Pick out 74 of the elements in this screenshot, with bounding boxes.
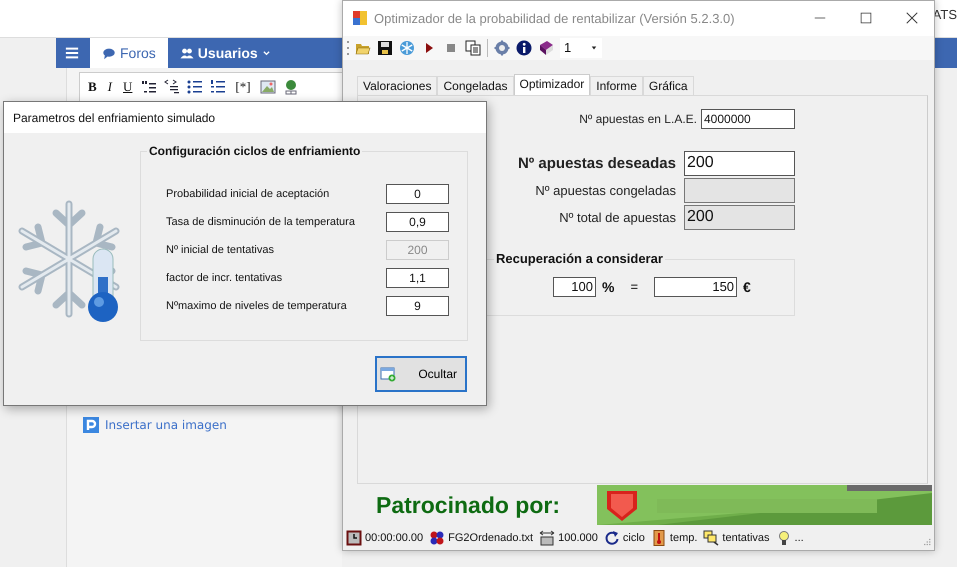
maximize-icon[interactable] — [860, 12, 872, 24]
parameter-label: Probabilidad inicial de aceptación — [166, 188, 330, 200]
field-label: Nº total de apuestas — [559, 210, 676, 225]
equals-sign: = — [630, 279, 638, 294]
currency-sign: € — [743, 278, 751, 295]
width-icon — [539, 530, 556, 546]
insert-image-link[interactable]: Insertar una imagen — [105, 418, 227, 432]
input-field[interactable]: 200 — [684, 150, 795, 176]
snowflake-icon[interactable] — [399, 40, 415, 56]
input-field[interactable]: 200 — [684, 204, 795, 230]
chat-bubble-icon — [102, 46, 116, 60]
input-field: 200 — [386, 240, 449, 260]
input-field[interactable]: 1,1 — [386, 268, 449, 288]
tab[interactable]: Valoraciones — [357, 76, 438, 95]
parameter-label: Nºmaximo de niveles de temperatura — [166, 300, 347, 312]
dialog-title: Parametros del enfriamiento simulado — [4, 102, 486, 133]
input-field[interactable] — [684, 178, 795, 203]
tab[interactable]: Gráfica — [642, 76, 694, 95]
insert-image-icon[interactable] — [83, 417, 99, 433]
copy-icon[interactable] — [465, 40, 481, 56]
field-label: Nº apuestas deseadas — [518, 154, 676, 172]
molecule-icon — [429, 530, 446, 546]
format-button[interactable]: I — [106, 79, 114, 95]
window-add-icon — [379, 366, 397, 382]
image-icon[interactable] — [260, 79, 276, 95]
quote-icon[interactable] — [141, 79, 158, 95]
input-field[interactable]: 4000000 — [701, 108, 795, 129]
status-text: FG2Ordenado.txt — [448, 532, 534, 544]
tab[interactable]: Optimizador — [514, 74, 590, 95]
info-icon[interactable] — [516, 40, 532, 56]
input-field[interactable]: 0 — [386, 184, 449, 204]
format-button[interactable]: U — [121, 79, 134, 95]
status-text: temp. — [670, 532, 698, 544]
status-text: 00:00:00.00 — [365, 532, 424, 544]
hide-button[interactable]: Ocultar — [375, 356, 467, 392]
tab[interactable]: Informe — [590, 76, 643, 95]
app-icon — [352, 10, 368, 26]
format-button[interactable]: B — [86, 79, 99, 95]
parameter-label: factor de incr. tentativas — [166, 272, 282, 284]
percent-sign: % — [602, 278, 614, 295]
field-label: Nº apuestas congeladas — [535, 182, 676, 198]
status-text: 100.000 — [558, 532, 598, 544]
clock-icon — [346, 530, 362, 546]
percent-field[interactable]: 100 — [553, 276, 596, 297]
dropdown-arrow-icon — [590, 44, 598, 51]
code-icon[interactable] — [164, 79, 180, 95]
resize-grip-icon[interactable] — [921, 537, 931, 547]
input-field[interactable]: 9 — [386, 296, 449, 316]
status-text: tentativas — [722, 532, 770, 544]
dropdown[interactable]: 1 — [560, 38, 602, 58]
bulleted-list-icon[interactable] — [187, 79, 204, 95]
users-icon — [180, 46, 194, 60]
group-title: Configuración ciclos de enfriamiento — [147, 144, 362, 158]
thermometer-icon — [650, 530, 667, 546]
nav-tab[interactable]: Foros — [90, 38, 168, 68]
parameter-label: Nº inicial de tentativas — [166, 244, 274, 256]
windows-icon — [703, 530, 720, 546]
group-title: Recuperación a considerar — [494, 250, 665, 266]
nav-tab[interactable]: Usuarios — [168, 38, 283, 68]
window-title: Optimizador de la probabilidad de rentabilizar (Versión 5.2.3.0) — [374, 10, 735, 26]
tab[interactable]: Congeladas — [437, 76, 514, 95]
format-button[interactable]: [*] — [233, 79, 253, 95]
parameter-label: Tasa de disminución de la temperatura — [166, 216, 355, 228]
field-label: Nº apuestas en L.A.E. — [579, 112, 697, 126]
refresh-icon — [604, 530, 620, 546]
settings-icon[interactable] — [494, 40, 510, 56]
sponsor-label: Patrocinado por: — [376, 492, 562, 519]
status-text: ... — [794, 532, 804, 544]
numbered-list-icon[interactable] — [210, 79, 226, 95]
input-field[interactable]: 0,9 — [386, 212, 449, 232]
close-icon[interactable] — [906, 12, 918, 24]
amount-field[interactable]: 150 — [654, 276, 738, 297]
status-text: ciclo — [622, 532, 645, 544]
menu-icon[interactable] — [64, 46, 80, 60]
